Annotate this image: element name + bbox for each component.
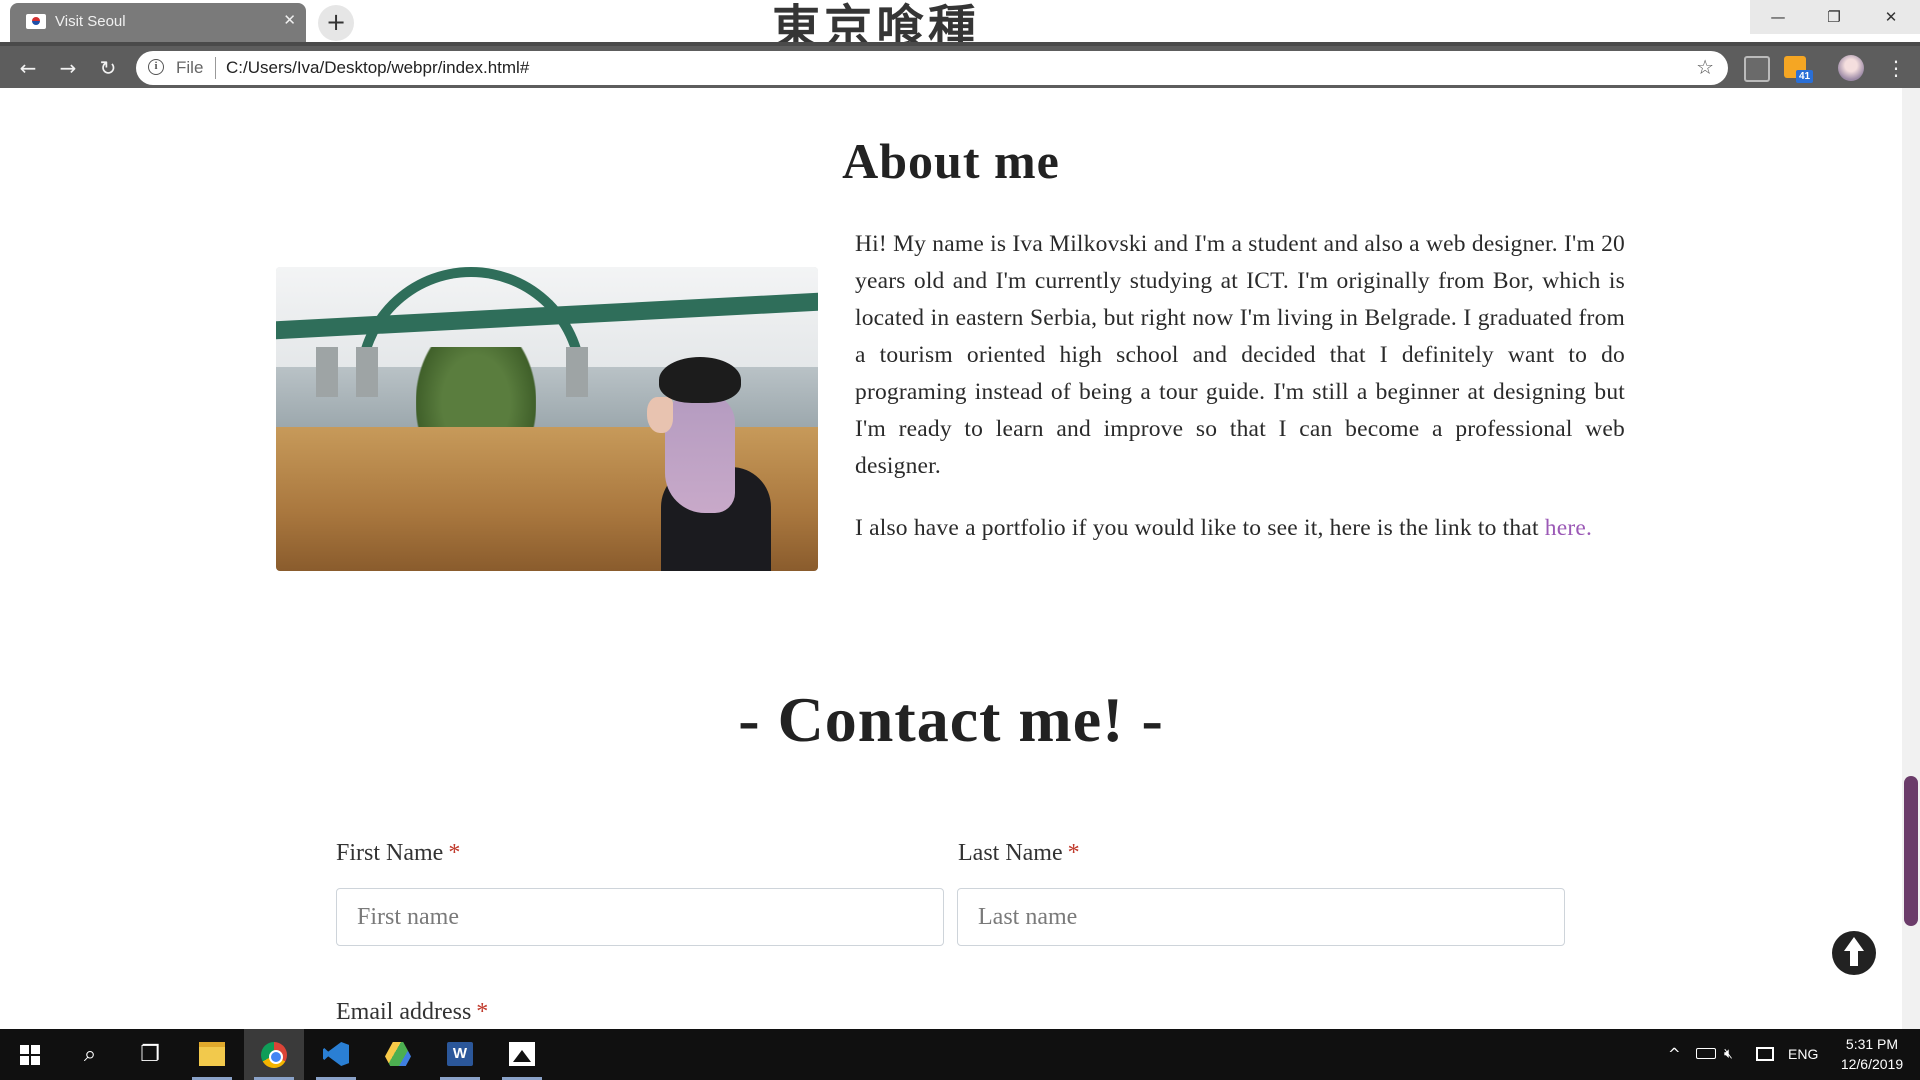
required-mark: * — [476, 999, 489, 1025]
minimize-button[interactable]: — — [1750, 0, 1806, 34]
drive-taskbar-button[interactable] — [368, 1029, 428, 1080]
contact-title: - Contact me! - — [738, 684, 1164, 755]
photo-person-face — [647, 397, 673, 433]
windows-taskbar: ⌕ ❐ ^ 🔇︎ ENG 5:31 PM 12/6/2019 — [0, 1029, 1920, 1080]
forward-icon[interactable]: → — [52, 52, 84, 84]
first-name-label-text: First Name — [336, 840, 444, 866]
korea-flag-icon — [26, 14, 46, 29]
info-icon[interactable]: i — [148, 59, 164, 75]
battery-icon[interactable] — [1696, 1048, 1716, 1059]
required-mark: * — [1067, 840, 1080, 866]
email-label-text: Email address — [336, 999, 472, 1025]
google-drive-icon — [385, 1042, 411, 1066]
first-name-input[interactable] — [336, 888, 944, 946]
last-name-label: Last Name * — [958, 840, 1080, 867]
vscode-taskbar-button[interactable] — [306, 1029, 366, 1080]
browser-titlebar: Visit Seoul ✕ + 東京喰種 — ❐ ✕ — [0, 0, 1920, 56]
photo-person-hair — [665, 393, 735, 513]
show-hidden-icons-chevron-icon[interactable]: ^ — [1668, 1029, 1681, 1080]
omnibox-divider — [215, 57, 216, 79]
rss-extension-icon[interactable]: 41 — [1784, 56, 1814, 83]
chrome-taskbar-button[interactable] — [244, 1029, 304, 1080]
tab-title: Visit Seoul — [55, 13, 126, 30]
close-window-button[interactable]: ✕ — [1862, 0, 1920, 34]
about-paragraph-portfolio: I also have a portfolio if you would lik… — [855, 510, 1625, 547]
email-label: Email address * — [336, 999, 488, 1026]
folder-icon — [199, 1042, 225, 1066]
browser-menu-icon[interactable]: ⋮ — [1886, 52, 1906, 84]
last-name-input[interactable] — [957, 888, 1565, 946]
url-text[interactable]: C:/Users/Iva/Desktop/webpr/index.html# — [226, 58, 529, 78]
about-text: Hi! My name is Iva Milkovski and I'm a s… — [855, 226, 1625, 547]
clock-time: 5:31 PM — [1845, 1036, 1899, 1052]
photo-bridge-pillar — [316, 347, 338, 397]
volume-muted-icon[interactable]: 🔇︎ — [1724, 1029, 1733, 1080]
word-taskbar-button[interactable] — [430, 1029, 490, 1080]
about-paragraph: Hi! My name is Iva Milkovski and I'm a s… — [855, 231, 1625, 479]
scrollbar-thumb[interactable] — [1904, 776, 1918, 926]
bookmark-star-icon[interactable]: ☆ — [1696, 55, 1714, 79]
language-indicator[interactable]: ENG — [1788, 1029, 1818, 1080]
scheme-label: File — [176, 58, 204, 77]
search-icon[interactable]: ⌕ — [60, 1029, 120, 1080]
reload-icon[interactable]: ↻ — [92, 52, 124, 84]
arrow-up-circle-icon[interactable] — [1832, 931, 1876, 975]
profile-avatar[interactable] — [1838, 55, 1864, 81]
start-button[interactable] — [0, 1029, 60, 1080]
browser-toolbar: ← → ↻ i File C:/Users/Iva/Desktop/webpr/… — [0, 42, 1920, 88]
notification-icon[interactable] — [1756, 1047, 1774, 1061]
photo-bridge-pillar — [356, 347, 378, 397]
back-icon[interactable]: ← — [12, 52, 44, 84]
about-title: About me — [842, 133, 1060, 189]
portfolio-link[interactable]: here. — [1545, 515, 1592, 541]
word-icon — [447, 1042, 473, 1066]
required-mark: * — [448, 840, 461, 866]
restore-button[interactable]: ❐ — [1806, 0, 1862, 34]
clock-date: 12/6/2019 — [1840, 1056, 1904, 1072]
file-explorer-icon[interactable] — [182, 1029, 242, 1080]
page-viewport: About me Hi! My name is Iva Milkovski an… — [0, 88, 1902, 1029]
tab-close-icon[interactable]: ✕ — [283, 11, 296, 29]
portfolio-sentence: I also have a portfolio if you would lik… — [855, 515, 1539, 541]
vscode-icon — [323, 1042, 349, 1066]
task-view-icon[interactable]: ❐ — [120, 1029, 180, 1080]
photos-taskbar-button[interactable] — [492, 1029, 552, 1080]
windows-logo-icon — [20, 1045, 40, 1065]
chrome-icon — [261, 1042, 287, 1068]
browser-tab[interactable]: Visit Seoul ✕ — [10, 3, 306, 42]
extension-icon[interactable] — [1744, 56, 1770, 82]
last-name-label-text: Last Name — [958, 840, 1063, 866]
new-tab-button[interactable]: + — [318, 5, 354, 41]
taskbar-clock[interactable]: 5:31 PM 12/6/2019 — [1830, 1034, 1914, 1080]
first-name-label: First Name * — [336, 840, 460, 867]
address-bar[interactable]: i File C:/Users/Iva/Desktop/webpr/index.… — [136, 51, 1728, 85]
extension-badge: 41 — [1796, 70, 1814, 83]
photo-bridge-pillar — [566, 347, 588, 397]
about-photo — [276, 267, 818, 571]
photo-person — [641, 357, 771, 571]
photos-icon — [509, 1042, 535, 1066]
photo-person-beret — [659, 357, 741, 403]
